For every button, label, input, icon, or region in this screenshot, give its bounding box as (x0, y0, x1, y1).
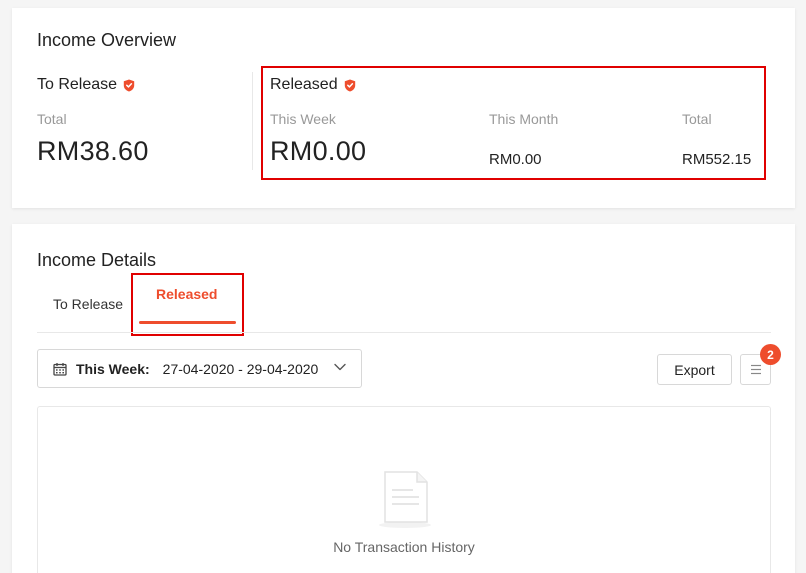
tab-divider (37, 332, 771, 333)
calendar-icon (53, 362, 67, 376)
empty-document-icon (379, 471, 431, 528)
export-button[interactable]: Export (657, 354, 732, 385)
income-details-title: Income Details (37, 250, 157, 270)
list-icon (750, 364, 761, 375)
tab-released[interactable]: Released (156, 286, 217, 302)
to-release-heading: To Release (37, 76, 135, 94)
tab-highlight-box (131, 273, 244, 336)
to-release-heading-label: To Release (37, 76, 118, 93)
date-range-dropdown[interactable]: This Week: 27-04-2020 - 29-04-2020 (37, 349, 362, 388)
released-total-value: RM552.15 (682, 151, 752, 168)
income-overview-title: Income Overview (37, 30, 177, 50)
filter-count-badge: 2 (760, 344, 781, 365)
released-this-month-label: This Month (489, 111, 559, 127)
income-overview-card: Income Overview To Release Total RM38.60… (12, 8, 795, 208)
to-release-total-label: Total (37, 111, 67, 127)
released-heading-label: Released (270, 76, 338, 93)
released-this-month-value: RM0.00 (489, 151, 542, 168)
date-filter-label: This Week: (76, 360, 150, 377)
income-details-card: Income Details To Release Released This … (12, 224, 795, 573)
overview-divider (252, 72, 253, 170)
transactions-panel: No Transaction History (37, 406, 771, 573)
released-heading: Released (270, 76, 356, 94)
released-this-week-value: RM0.00 (270, 136, 367, 166)
shield-icon (344, 79, 355, 91)
empty-state-message: No Transaction History (333, 539, 475, 555)
shield-icon (123, 79, 135, 91)
date-filter-range: 27-04-2020 - 29-04-2020 (162, 360, 319, 377)
released-this-week-label: This Week (270, 111, 336, 127)
tab-to-release[interactable]: To Release (53, 296, 123, 312)
to-release-total-value: RM38.60 (37, 136, 149, 166)
chevron-down-icon (334, 363, 346, 371)
active-tab-indicator (139, 321, 236, 324)
released-total-label: Total (682, 111, 712, 127)
